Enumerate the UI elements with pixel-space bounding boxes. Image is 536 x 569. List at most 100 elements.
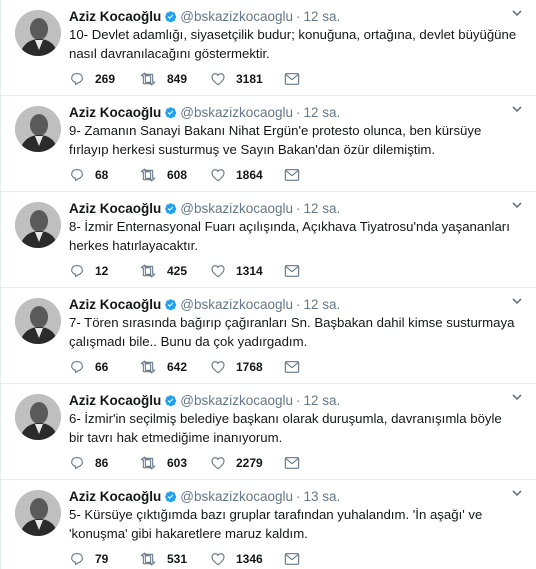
chevron-down-icon[interactable] [510, 390, 524, 404]
retweet-button[interactable]: 531 [139, 550, 187, 568]
tweet-timestamp[interactable]: 12 sa. [304, 105, 341, 120]
avatar[interactable] [15, 10, 61, 56]
message-button[interactable] [284, 262, 300, 280]
reply-count: 68 [95, 168, 109, 182]
author-name[interactable]: Aziz Kocaoğlu [69, 393, 161, 408]
like-button[interactable]: 1314 [210, 262, 263, 280]
reply-icon [69, 263, 85, 279]
chevron-down-icon[interactable] [510, 294, 524, 308]
tweet-actions: 269 849 3181 [69, 70, 309, 88]
message-button[interactable] [284, 550, 300, 568]
chevron-down-icon[interactable] [510, 198, 524, 212]
tweet-actions: 79 531 1346 [69, 550, 309, 568]
author-name[interactable]: Aziz Kocaoğlu [69, 201, 161, 216]
chevron-down-icon[interactable] [510, 102, 524, 116]
separator-dot: · [296, 9, 301, 24]
author-handle[interactable]: @bskazizkocaoglu [180, 393, 293, 408]
reply-count: 269 [95, 72, 116, 86]
like-icon [210, 167, 226, 183]
reply-button[interactable]: 86 [69, 454, 108, 472]
reply-button[interactable]: 12 [69, 262, 108, 280]
tweet[interactable]: Aziz Kocaoğlu @bskazizkocaoglu · 12 sa. 8- … [1, 192, 536, 288]
author-name[interactable]: Aziz Kocaoğlu [69, 297, 161, 312]
reply-button[interactable]: 79 [69, 550, 108, 568]
author-name[interactable]: Aziz Kocaoğlu [69, 105, 161, 120]
like-count: 1346 [236, 552, 263, 566]
like-count: 1864 [236, 168, 263, 182]
chevron-down-icon[interactable] [510, 486, 524, 500]
reply-icon [69, 455, 85, 471]
reply-count: 79 [95, 552, 109, 566]
tweet-actions: 86 603 2279 [69, 454, 309, 472]
retweet-count: 849 [167, 72, 188, 86]
author-name[interactable]: Aziz Kocaoğlu [69, 489, 161, 504]
message-button[interactable] [284, 454, 300, 472]
message-icon [284, 264, 300, 278]
retweet-button[interactable]: 849 [139, 70, 187, 88]
like-button[interactable]: 3181 [210, 70, 263, 88]
reply-button[interactable]: 66 [69, 358, 108, 376]
like-count: 1314 [236, 264, 263, 278]
avatar[interactable] [15, 394, 61, 440]
message-button[interactable] [284, 166, 300, 184]
tweet-text: 8- İzmir Enternasyonal Fuarı açılışında,… [69, 219, 510, 253]
reply-button[interactable]: 68 [69, 166, 108, 184]
retweet-button[interactable]: 642 [139, 358, 187, 376]
separator-dot: · [296, 105, 301, 120]
reply-icon [69, 71, 85, 87]
tweet-timestamp[interactable]: 12 sa. [304, 201, 341, 216]
like-button[interactable]: 2279 [210, 454, 263, 472]
tweet-text: 7- Tören sırasında bağırıp çağıranları S… [69, 315, 515, 349]
separator-dot: · [296, 201, 301, 216]
avatar[interactable] [15, 106, 61, 152]
retweet-button[interactable]: 425 [139, 262, 187, 280]
like-icon [210, 551, 226, 567]
tweet-text: 9- Zamanın Sanayi Bakanı Nihat Ergün'e p… [69, 123, 482, 157]
reply-icon [69, 359, 85, 375]
retweet-icon [139, 359, 157, 375]
author-handle[interactable]: @bskazizkocaoglu [180, 9, 293, 24]
like-count: 3181 [236, 72, 263, 86]
tweet-timestamp[interactable]: 13 sa. [304, 489, 341, 504]
like-button[interactable]: 1864 [210, 166, 263, 184]
author-handle[interactable]: @bskazizkocaoglu [180, 297, 293, 312]
retweet-count: 603 [167, 456, 188, 470]
retweet-count: 425 [167, 264, 188, 278]
like-button[interactable]: 1768 [210, 358, 263, 376]
tweet-timestamp[interactable]: 12 sa. [304, 297, 341, 312]
like-button[interactable]: 1346 [210, 550, 263, 568]
tweet[interactable]: Aziz Kocaoğlu @bskazizkocaoglu · 12 sa. 10-… [1, 0, 536, 96]
tweet-text: 5- Kürsüye çıktığımda bazı gruplar taraf… [69, 507, 483, 541]
like-icon [210, 71, 226, 87]
message-icon [284, 360, 300, 374]
tweet-text: 6- İzmir'in seçilmiş belediye başkanı ol… [69, 411, 502, 445]
author-name[interactable]: Aziz Kocaoğlu [69, 9, 161, 24]
avatar[interactable] [15, 298, 61, 344]
chevron-down-icon[interactable] [510, 6, 524, 20]
retweet-button[interactable]: 603 [139, 454, 187, 472]
tweet-text: 10- Devlet adamlığı, siyasetçilik budur;… [69, 27, 517, 61]
tweet[interactable]: Aziz Kocaoğlu @bskazizkocaoglu · 13 sa. 5- … [1, 480, 536, 569]
like-icon [210, 263, 226, 279]
tweet[interactable]: Aziz Kocaoğlu @bskazizkocaoglu · 12 sa. 6- … [1, 384, 536, 480]
author-handle[interactable]: @bskazizkocaoglu [180, 201, 293, 216]
tweet-timestamp[interactable]: 12 sa. [304, 9, 341, 24]
avatar[interactable] [15, 490, 61, 536]
author-handle[interactable]: @bskazizkocaoglu [180, 105, 293, 120]
reply-button[interactable]: 269 [69, 70, 115, 88]
reply-count: 12 [95, 264, 109, 278]
reply-icon [69, 551, 85, 567]
retweet-count: 642 [167, 360, 188, 374]
avatar[interactable] [15, 202, 61, 248]
message-icon [284, 168, 300, 182]
author-handle[interactable]: @bskazizkocaoglu [180, 489, 293, 504]
tweet-timestamp[interactable]: 12 sa. [304, 393, 341, 408]
tweet[interactable]: Aziz Kocaoğlu @bskazizkocaoglu · 12 sa. 9- … [1, 96, 536, 192]
message-button[interactable] [284, 358, 300, 376]
like-icon [210, 455, 226, 471]
tweet[interactable]: Aziz Kocaoğlu @bskazizkocaoglu · 12 sa. 7- … [1, 288, 536, 384]
retweet-button[interactable]: 608 [139, 166, 187, 184]
tweet-actions: 12 425 1314 [69, 262, 309, 280]
message-button[interactable] [284, 70, 300, 88]
retweet-icon [139, 167, 157, 183]
